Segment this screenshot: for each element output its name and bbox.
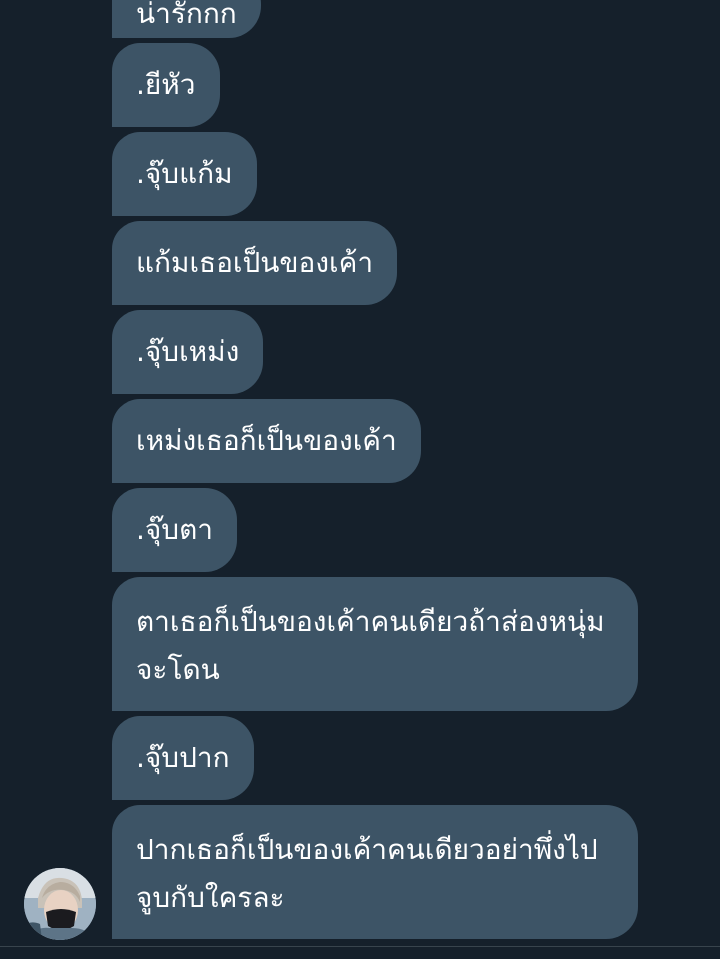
message-text: น่ารักกก — [136, 0, 237, 30]
message-text: .จุ๊บเหม่ง — [136, 335, 240, 368]
avatar-photo-icon — [24, 868, 96, 940]
message-text: ปากเธอก็เป็นของเค้าคนเดียวอย่าพึ่งไปจูบก… — [136, 833, 598, 914]
message-bubble[interactable]: .จุ๊บตา — [112, 488, 237, 572]
message-bubble[interactable]: ปากเธอก็เป็นของเค้าคนเดียวอย่าพึ่งไปจูบก… — [112, 805, 638, 939]
message-bubble[interactable]: ตาเธอก็เป็นของเค้าคนเดียวถ้าส่องหนุ่มจะโ… — [112, 577, 638, 711]
message-bubble[interactable]: เหม่งเธอก็เป็นของเค้า — [112, 399, 421, 483]
message-bubble[interactable]: .จุ๊บปาก — [112, 716, 254, 800]
divider — [0, 946, 720, 947]
message-text: แก้มเธอเป็นของเค้า — [136, 246, 374, 279]
message-bubble[interactable]: .จุ๊บแก้ม — [112, 132, 257, 216]
message-bubble[interactable]: น่ารักกก — [112, 0, 261, 38]
message-bubble[interactable]: แก้มเธอเป็นของเค้า — [112, 221, 398, 305]
sender-avatar[interactable] — [24, 868, 96, 940]
message-text: .จุ๊บตา — [136, 513, 213, 546]
message-text: .จุ๊บแก้ม — [136, 157, 233, 190]
message-text: .จุ๊บปาก — [136, 741, 230, 774]
message-text: ตาเธอก็เป็นของเค้าคนเดียวถ้าส่องหนุ่มจะโ… — [136, 605, 605, 686]
dm-conversation: น่ารักกก .ยีหัว .จุ๊บแก้ม แก้มเธอเป็นของ… — [0, 0, 720, 959]
message-text: .ยีหัว — [136, 68, 196, 101]
message-text: เหม่งเธอก็เป็นของเค้า — [136, 424, 397, 457]
message-bubble[interactable]: .ยีหัว — [112, 43, 220, 127]
message-bubble[interactable]: .จุ๊บเหม่ง — [112, 310, 264, 394]
